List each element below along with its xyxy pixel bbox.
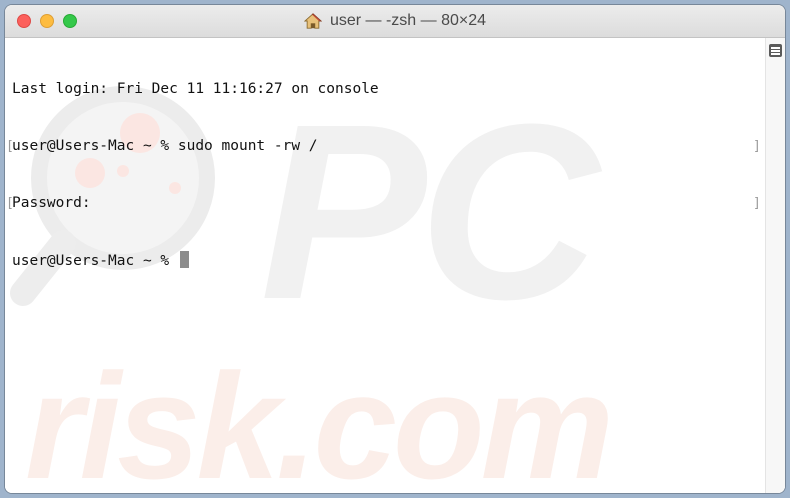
scrollbar[interactable] — [765, 38, 785, 493]
line-text: user@Users-Mac ~ % sudo mount -rw / — [12, 138, 318, 154]
line-text: Last login: Fri Dec 11 11:16:27 on conso… — [12, 81, 379, 97]
terminal-line: [Password:] — [6, 194, 761, 213]
text-cursor — [179, 251, 189, 268]
line-text: Password: — [12, 195, 91, 211]
terminal-window: user — -zsh — 80×24 PC risk.com Last log… — [5, 5, 785, 493]
terminal-line: Last login: Fri Dec 11 11:16:27 on conso… — [12, 80, 379, 99]
home-icon — [303, 13, 322, 29]
mark-bracket-left: [ — [6, 196, 14, 211]
title-bar[interactable]: user — -zsh — 80×24 — [5, 5, 785, 38]
marks-menu-icon[interactable] — [769, 44, 782, 57]
mark-bracket-left: [ — [6, 139, 14, 154]
window-title-area: user — -zsh — 80×24 — [5, 5, 785, 37]
window-title: user — -zsh — 80×24 — [329, 12, 487, 29]
terminal-content[interactable]: PC risk.com Last login: Fri Dec 11 11:16… — [5, 38, 785, 493]
terminal-output[interactable]: Last login: Fri Dec 11 11:16:27 on conso… — [6, 42, 761, 308]
terminal-line: [user@Users-Mac ~ % sudo mount -rw /] — [6, 137, 761, 156]
prompt-text: user@Users-Mac ~ % — [12, 253, 178, 269]
watermark-text-bottom: risk.com — [25, 342, 610, 493]
mark-bracket-right: ] — [753, 139, 761, 154]
terminal-line: user@Users-Mac ~ % — [12, 251, 379, 270]
mark-bracket-right: ] — [753, 196, 761, 211]
